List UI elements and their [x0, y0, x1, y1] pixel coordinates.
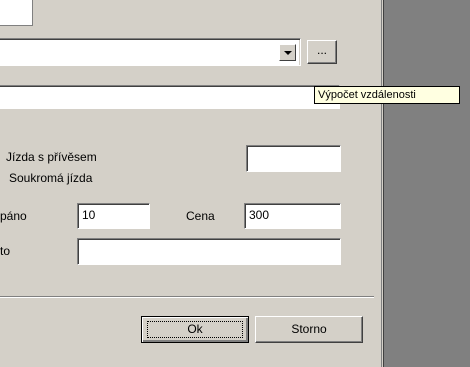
price-label: Cena: [186, 209, 215, 223]
separator-line: [0, 296, 374, 298]
ok-button[interactable]: Ok: [141, 316, 249, 343]
top-panel-fragment: [0, 0, 33, 26]
price-field[interactable]: 300: [244, 203, 341, 229]
note-field[interactable]: [77, 238, 341, 265]
background-area: [384, 0, 470, 367]
cancel-button[interactable]: Storno: [255, 316, 363, 343]
private-checkbox-label[interactable]: Soukromá jízda: [9, 171, 92, 185]
trailer-checkbox-label[interactable]: Jízda s přívěsem: [6, 150, 97, 164]
chevron-down-icon[interactable]: [279, 44, 296, 61]
browse-button[interactable]: ...: [307, 40, 337, 64]
ok-button-label: Ok: [187, 322, 203, 336]
dialog-window: ... Jízda s přívěsem Soukromá jízda páno…: [0, 0, 384, 367]
trailer-value-field[interactable]: [246, 145, 341, 172]
distance-tooltip: Výpočet vzdálenosti: [314, 86, 460, 104]
route-combobox[interactable]: [0, 38, 301, 66]
note-label: to: [0, 244, 11, 258]
paid-field[interactable]: 10: [77, 203, 150, 229]
cancel-button-label: Storno: [291, 322, 327, 336]
paid-label: páno: [0, 209, 27, 223]
screen: ... Jízda s přívěsem Soukromá jízda páno…: [0, 0, 470, 367]
description-field[interactable]: [0, 85, 340, 109]
